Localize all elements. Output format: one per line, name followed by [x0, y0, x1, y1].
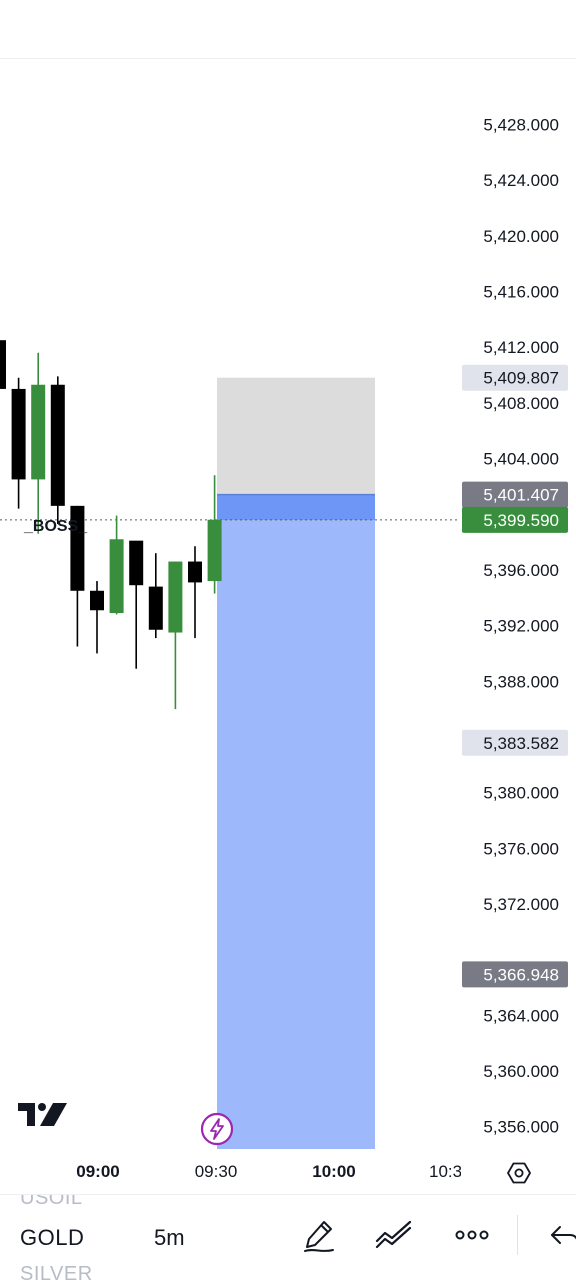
symbol-prev[interactable]: USOIL: [20, 1195, 83, 1210]
entry-strip[interactable]: [217, 494, 375, 520]
top-bar: [0, 0, 576, 59]
price-tick-label: 5,412.000: [483, 338, 559, 357]
interval-button[interactable]: 5m: [154, 1225, 185, 1251]
candle-body: [90, 590, 104, 611]
candle-body: [129, 540, 144, 586]
price-tick-label: 5,408.000: [483, 394, 559, 413]
candle-body: [0, 340, 6, 389]
boss-annotation[interactable]: _BOSS_: [23, 518, 88, 535]
price-tick-label: 5,356.000: [483, 1118, 559, 1137]
bottom-toolbar: USOIL GOLD SILVER 5m: [0, 1194, 576, 1281]
time-label-0930: 09:30: [194, 1162, 238, 1181]
stop-zone[interactable]: [217, 494, 375, 1149]
time-label-0900: 09:00: [76, 1162, 120, 1181]
price-tick-label: 5,424.000: [483, 171, 559, 190]
price-tick-label: 5,404.000: [483, 450, 559, 469]
price-tick-label: 5,420.000: [483, 227, 559, 246]
symbol-picker[interactable]: USOIL GOLD SILVER: [20, 1195, 130, 1281]
candle-body: [148, 586, 163, 630]
time-axis[interactable]: 09:00 09:30 10:00 10:3: [0, 1150, 576, 1194]
symbol-next[interactable]: SILVER: [20, 1263, 93, 1281]
price-tick-label: 5,360.000: [483, 1062, 559, 1081]
symbol-current[interactable]: GOLD: [20, 1225, 84, 1251]
price-chart[interactable]: 5,428.000 5,424.000 5,420.000 5,416.000 5,41…: [0, 59, 576, 1149]
candle-body: [168, 561, 183, 633]
undo-icon[interactable]: [546, 1215, 576, 1255]
candle-body: [109, 539, 124, 614]
candle-body: [31, 384, 46, 480]
time-label-1030: 10:3: [429, 1162, 461, 1181]
price-tick-label: 5,380.000: [483, 784, 559, 803]
toolbar-divider: [517, 1215, 518, 1255]
target-price-badge: 5,409.807: [483, 369, 559, 388]
price-tick-label: 5,372.000: [483, 895, 559, 914]
price-tick-label: 5,364.000: [483, 1006, 559, 1025]
entry-price-badge: 5,401.407: [483, 486, 559, 505]
marker-price-badge: 5,383.582: [483, 734, 559, 753]
pen-icon[interactable]: [300, 1215, 340, 1255]
price-tick-label: 5,376.000: [483, 839, 559, 858]
candle-body: [188, 561, 202, 583]
indicators-icon[interactable]: [374, 1215, 414, 1255]
candle-body: [50, 384, 65, 506]
price-tick-label: 5,416.000: [483, 282, 559, 301]
price-tick-label: 5,428.000: [483, 115, 559, 134]
time-label-1000: 10:00: [312, 1162, 356, 1181]
tradingview-logo-icon: [18, 1100, 68, 1130]
price-tick-label: 5,392.000: [483, 617, 559, 636]
candle-body: [207, 519, 222, 582]
current-price-badge: 5,399.590: [483, 511, 559, 530]
settings-hexagon-icon[interactable]: [506, 1160, 532, 1186]
price-tick-label: 5,396.000: [483, 561, 559, 580]
target-zone[interactable]: [217, 377, 375, 495]
candle-body: [11, 388, 26, 480]
lightning-bolt-icon[interactable]: [200, 1112, 234, 1146]
more-dots-icon[interactable]: [452, 1215, 492, 1255]
stop-price-badge: 5,366.948: [483, 965, 559, 984]
price-tick-label: 5,388.000: [483, 672, 559, 691]
